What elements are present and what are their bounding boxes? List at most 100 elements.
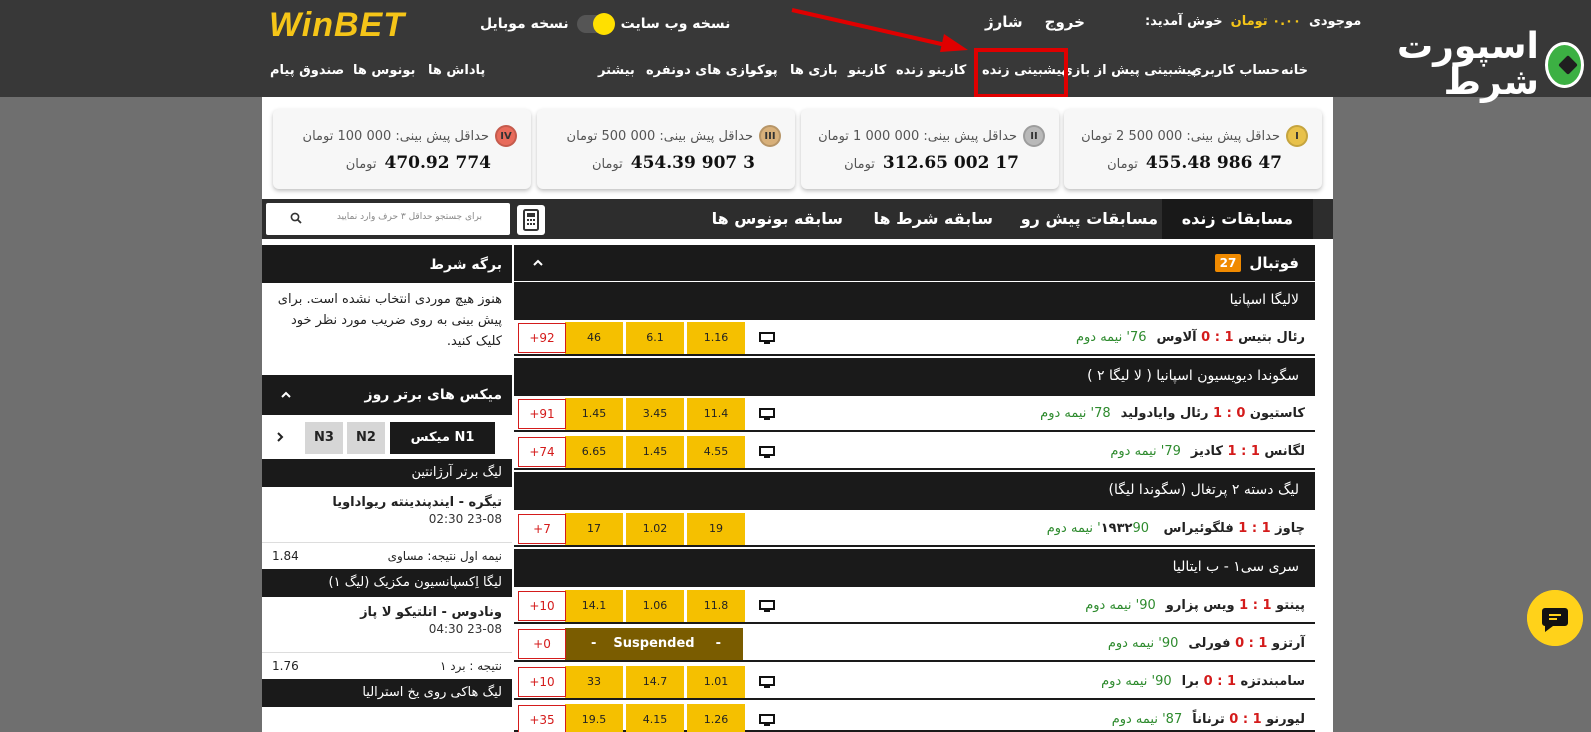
- calculator-icon[interactable]: [517, 205, 545, 235]
- left-panel: برگه شرط هنوز هیچ موردی انتخاب نشده است.…: [262, 245, 512, 732]
- match-row[interactable]: سامبندتزه 1 : 0 برا 90' نیمه دوم 1.01 14.…: [514, 664, 1315, 700]
- mix-tab-n3[interactable]: N3: [305, 422, 343, 454]
- more-markets-button[interactable]: +7: [518, 514, 566, 544]
- nav-inbox[interactable]: صندوق پیام: [270, 63, 344, 78]
- mix-tab-n1[interactable]: میکس N1: [390, 422, 495, 454]
- match-time: 90' نیمه دوم: [1085, 598, 1156, 613]
- match-time: 90' نیمه دوم: [1107, 636, 1179, 651]
- jackpot-card[interactable]: III حداقل پیش بینی: 000 500 تومان 3 907 4…: [537, 109, 795, 189]
- nav-prematch[interactable]: پیشبینی پیش از بازی: [1061, 63, 1197, 78]
- nav-live-casino[interactable]: کازینو زنده: [896, 63, 966, 78]
- search-icon[interactable]: [290, 212, 302, 224]
- odd-home[interactable]: 1.26: [687, 704, 745, 732]
- more-markets-button[interactable]: +35: [518, 705, 566, 732]
- score: 1 : 0: [1235, 636, 1268, 651]
- more-markets-button[interactable]: +91: [518, 399, 566, 429]
- odd-away[interactable]: 33: [565, 666, 623, 698]
- more-markets-button[interactable]: +74: [518, 437, 566, 467]
- nav-home[interactable]: خانه: [1281, 63, 1308, 78]
- match-row[interactable]: لگانس 1 : 1 کادیز79' نیمه دوم 4.55 1.45 …: [514, 434, 1315, 470]
- home-team: لیورنو: [1266, 712, 1305, 727]
- jackpot-card[interactable]: IV حداقل پیش بینی: 000 100 تومان 774 470.…: [273, 109, 531, 189]
- odd-away[interactable]: 6.65: [565, 436, 623, 468]
- tab-bonus-history[interactable]: سابقه بونوس ها: [712, 199, 843, 239]
- live-tv-icon[interactable]: [759, 676, 775, 688]
- match-row[interactable]: پینتو 1 : 1 ویس پزارو 90' نیمه دوم 11.8 1…: [514, 588, 1315, 624]
- nav-account[interactable]: حساب کاربری: [1190, 63, 1280, 78]
- odd-draw[interactable]: 3.45: [626, 398, 684, 430]
- tab-live[interactable]: مسابقات زنده: [1161, 199, 1313, 239]
- nav-games[interactable]: بازی ها: [790, 63, 838, 78]
- odd-draw[interactable]: 6.1: [626, 322, 684, 354]
- match-time: 76' نیمه دوم: [1075, 330, 1147, 345]
- charge-link[interactable]: شارژ: [985, 13, 1023, 31]
- home-team: رئال بتیس: [1238, 330, 1305, 345]
- odd-draw[interactable]: 1.06: [626, 590, 684, 622]
- odd-home[interactable]: 19: [687, 513, 745, 545]
- red-arrow-annotation: [791, 8, 968, 52]
- more-markets-button[interactable]: +10: [518, 667, 566, 697]
- odd-home[interactable]: 4.55: [687, 436, 745, 468]
- home-team: چاوز: [1275, 521, 1305, 536]
- nav-bonuses[interactable]: بونوس ها: [353, 63, 415, 78]
- search-input[interactable]: برای جستجو حداقل ۳ حرف وارد نمایید: [266, 203, 510, 235]
- nav-duel-games[interactable]: بازی های دونفره: [646, 63, 755, 78]
- odd-home[interactable]: 1.01: [687, 666, 745, 698]
- live-tv-icon[interactable]: [759, 408, 775, 420]
- odd-away[interactable]: 1.45: [565, 398, 623, 430]
- match-row[interactable]: لیورنو 1 : 0 ترناناً 87' نیمه دوم 1.26 4.…: [514, 702, 1315, 732]
- odd-draw[interactable]: 14.7: [626, 666, 684, 698]
- odd-away[interactable]: 19.5: [565, 704, 623, 732]
- mix-title: میکس های برتر روز: [364, 387, 502, 403]
- sport-header[interactable]: فوتبال 27: [514, 245, 1315, 281]
- odd-home[interactable]: 1.16: [687, 322, 745, 354]
- odd-draw[interactable]: 1.02: [626, 513, 684, 545]
- odd-draw[interactable]: 1.45: [626, 436, 684, 468]
- odd-away[interactable]: 46: [565, 322, 623, 354]
- match-time: 90' نیمه دوم: [1101, 674, 1172, 689]
- user-info: موجودی ۰.۰۰ تومان خوش آمدید:: [1145, 14, 1361, 29]
- odd-away[interactable]: 14.1: [565, 590, 623, 622]
- chevron-up-icon[interactable]: [532, 257, 544, 269]
- more-markets-button[interactable]: +92: [518, 323, 566, 353]
- odd-draw[interactable]: 4.15: [626, 704, 684, 732]
- tab-bet-history[interactable]: سابقه شرط ها: [873, 199, 993, 239]
- live-tv-icon[interactable]: [759, 714, 775, 726]
- jackpot-card[interactable]: I حداقل پیش بینی: 000 500 2 تومان 47 986 …: [1064, 109, 1322, 189]
- toggle-switch[interactable]: [576, 13, 615, 35]
- away-team: برا: [1181, 674, 1200, 689]
- jackpot-card[interactable]: II حداقل پیش بینی: 000 000 1 تومان 17 002…: [801, 109, 1059, 189]
- mix-header[interactable]: میکس های برتر روز: [262, 375, 512, 415]
- odd-home[interactable]: 11.4: [687, 398, 745, 430]
- match-row[interactable]: کاستیون 0 : 1 رئال وایادولید 78' نیمه دوم…: [514, 396, 1315, 432]
- mix-tab-n2[interactable]: N2: [347, 422, 385, 454]
- league-header: سگوندا دیویسیون اسپانیا ( لا لیگا ۲ ): [514, 358, 1315, 396]
- away-team: ترناناً: [1192, 712, 1225, 727]
- chevron-up-icon[interactable]: [280, 389, 292, 401]
- nav-rewards[interactable]: پاداش ها: [428, 63, 485, 78]
- odd-away[interactable]: 17: [565, 513, 623, 545]
- jackpot-min: حداقل پیش بینی: 000 500 تومان: [566, 128, 753, 144]
- tab-prematch[interactable]: مسابقات پیش رو: [1021, 199, 1158, 239]
- odd-home[interactable]: 11.8: [687, 590, 745, 622]
- more-markets-button[interactable]: +10: [518, 591, 566, 621]
- medal-icon: IV: [495, 125, 517, 147]
- nav-casino[interactable]: کازینو: [848, 63, 886, 78]
- match-row[interactable]: چاوز 1 : 1 فلگوئیراس ۱۹۳۲90' نیمه دوم 19…: [514, 511, 1315, 547]
- jackpot-min: حداقل پیش بینی: 000 500 2 تومان: [1081, 128, 1280, 144]
- medal-icon: II: [1023, 125, 1045, 147]
- match-row[interactable]: آرتزو 1 : 0 فورلی 90' نیمه دوم - Suspende…: [514, 626, 1315, 662]
- nav-more[interactable]: بیشتر: [598, 63, 635, 78]
- chat-icon[interactable]: [1527, 590, 1583, 646]
- more-markets-button[interactable]: +0: [518, 629, 566, 659]
- jackpot-unit: تومان: [844, 157, 875, 172]
- live-tv-icon[interactable]: [759, 446, 775, 458]
- live-tv-icon[interactable]: [759, 600, 775, 612]
- chevron-right-icon[interactable]: [274, 431, 286, 443]
- live-tv-icon[interactable]: [759, 332, 775, 344]
- match-row[interactable]: رئال بتیس 1 : 0 آلاوس 76' نیمه دوم 1.16 6…: [514, 320, 1315, 356]
- away-team: رئال وایادولید: [1120, 406, 1209, 421]
- logout-link[interactable]: خروج: [1045, 13, 1085, 31]
- version-toggle[interactable]: نسخه وب سایت نسخه موبایل: [480, 13, 730, 35]
- winbet-logo[interactable]: WinBET: [269, 6, 405, 45]
